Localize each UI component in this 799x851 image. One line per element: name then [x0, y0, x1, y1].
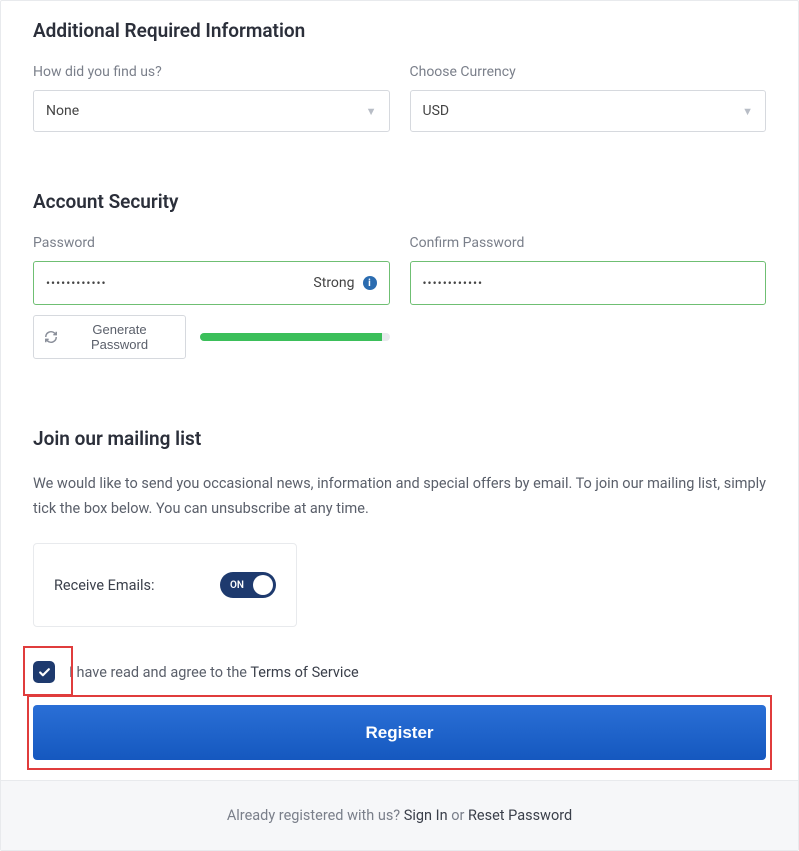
password-input[interactable]: •••••••••••• Strong i [33, 261, 390, 305]
mailing-description: We would like to send you occasional new… [33, 472, 766, 521]
confirm-password-input[interactable]: •••••••••••• [410, 261, 767, 305]
chevron-down-icon: ▼ [366, 105, 377, 118]
confirm-password-value: •••••••••••• [423, 276, 484, 290]
reset-password-link[interactable]: Reset Password [468, 807, 572, 824]
currency-label: Choose Currency [410, 64, 767, 80]
section-title-additional: Additional Required Information [33, 19, 766, 42]
toggle-on-label: ON [230, 580, 244, 591]
section-title-security: Account Security [33, 190, 766, 213]
password-strength-label: Strong [313, 275, 354, 291]
footer-prefix: Already registered with us? [227, 807, 404, 824]
info-icon[interactable]: i [363, 276, 377, 290]
chevron-down-icon: ▼ [742, 105, 753, 118]
receive-emails-toggle[interactable]: ON [220, 572, 276, 598]
confirm-password-label: Confirm Password [410, 235, 767, 251]
section-title-mailing: Join our mailing list [33, 427, 766, 450]
generate-password-label: Generate Password [64, 322, 175, 352]
tos-link[interactable]: Terms of Service [250, 664, 358, 681]
receive-emails-label: Receive Emails: [54, 577, 155, 594]
tos-prefix: I have read and agree to the [69, 664, 250, 681]
tos-text: I have read and agree to the Terms of Se… [69, 664, 359, 681]
mailing-card: Receive Emails: ON [33, 543, 297, 627]
check-icon [38, 666, 51, 679]
how-found-label: How did you find us? [33, 64, 390, 80]
how-found-value: None [46, 103, 79, 119]
signin-link[interactable]: Sign In [404, 807, 448, 824]
password-strength-bar [200, 333, 389, 341]
how-found-select[interactable]: None ▼ [33, 90, 390, 132]
password-label: Password [33, 235, 390, 251]
footer-or: or [448, 807, 468, 824]
currency-value: USD [423, 103, 450, 119]
register-button[interactable]: Register [33, 705, 766, 760]
password-value: •••••••••••• [46, 276, 107, 290]
currency-select[interactable]: USD ▼ [410, 90, 767, 132]
toggle-knob [253, 575, 273, 595]
footer: Already registered with us? Sign In or R… [1, 780, 798, 850]
refresh-icon [44, 330, 58, 344]
tos-checkbox[interactable] [33, 661, 55, 683]
generate-password-button[interactable]: Generate Password [33, 315, 186, 359]
